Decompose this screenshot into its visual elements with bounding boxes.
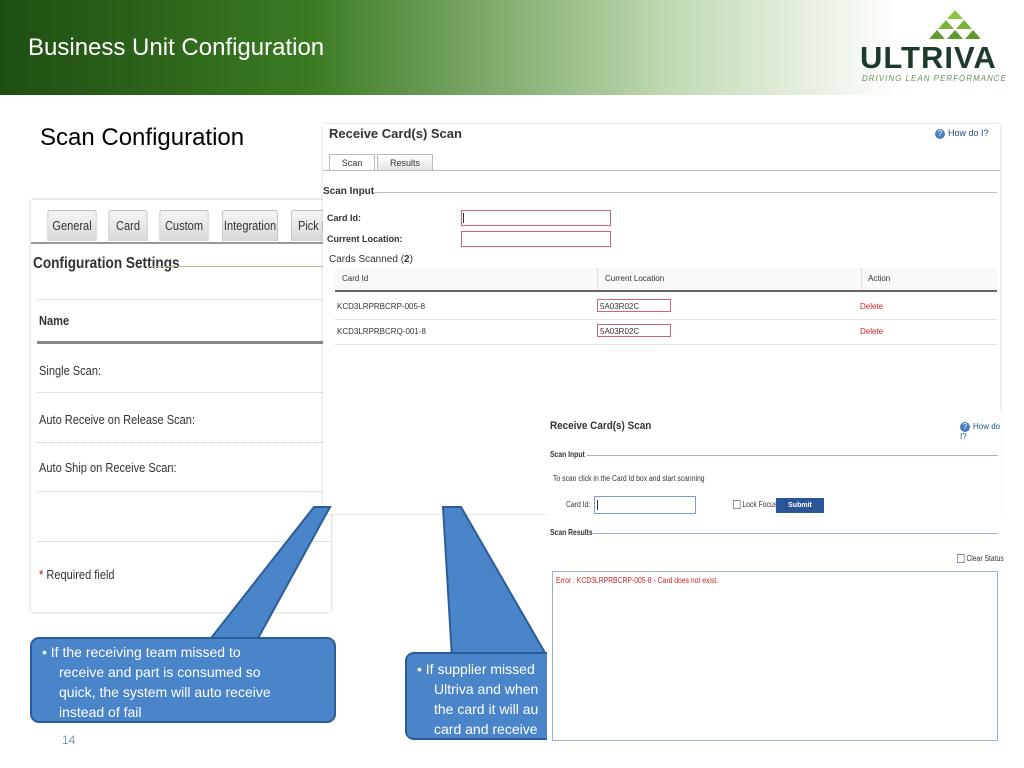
card-id-input[interactable]	[594, 496, 696, 514]
left-callout-pointer	[205, 506, 332, 643]
scan-results-box: Error : KCD3LRPRBCRP-005-8 - Card does n…	[552, 571, 998, 741]
callout-line: instead of fail	[59, 704, 142, 720]
lock-focus-checkbox[interactable]	[733, 500, 741, 510]
lock-focus-option[interactable]: Lock Focus	[733, 500, 777, 510]
receive-card-scan-results-window: Receive Card(s) Scan ? How do I? Scan Inp…	[547, 412, 1004, 742]
card-id-label: Card Id:	[566, 500, 591, 509]
callout-line: • If supplier missed	[417, 661, 535, 677]
scan-results-heading: Scan Results	[550, 528, 593, 537]
callout-line: receive and part is consumed so	[59, 664, 261, 680]
help-icon: ?	[960, 422, 970, 432]
callout-line: Ultriva and when	[434, 681, 539, 697]
scan-instructions: To scan click in the Card Id box and sta…	[553, 474, 705, 483]
clear-status-option[interactable]: Clear Status	[957, 554, 1004, 564]
right-callout-pointer	[441, 506, 550, 659]
error-message: Error : KCD3LRPRBCRP-005-8 - Card does n…	[556, 576, 719, 585]
section-divider	[587, 455, 998, 456]
callout-line: card and receive	[434, 721, 538, 737]
callout-line: the card it will au	[434, 701, 539, 717]
callout-auto-receive: • If the receiving team missed to receiv…	[30, 637, 336, 723]
callout-line: • If the receiving team missed to	[42, 644, 241, 660]
scan-input-heading: Scan Input	[550, 450, 585, 459]
text-cursor	[597, 500, 598, 510]
how-do-i-link[interactable]: ? How do I?	[960, 422, 1001, 441]
scan-window-title: Receive Card(s) Scan	[550, 420, 652, 432]
clear-status-checkbox[interactable]	[957, 554, 965, 564]
section-divider	[593, 533, 998, 534]
callout-line: quick, the system will auto receive	[59, 684, 271, 700]
submit-button[interactable]: Submit	[776, 498, 824, 513]
page-number: 14	[62, 733, 76, 747]
